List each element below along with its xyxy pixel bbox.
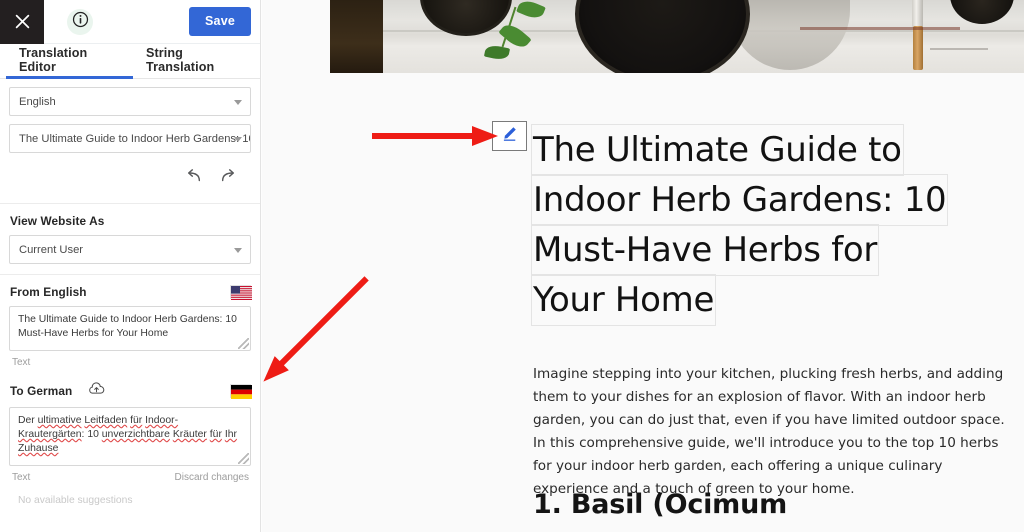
source-field-label: Text [12, 357, 31, 368]
redo-button[interactable] [220, 168, 237, 188]
hero-surface-mark [800, 27, 960, 30]
target-text-misspelled-8: Ihr [224, 429, 237, 440]
sidebar-topbar: Save [0, 0, 260, 44]
language-select[interactable]: English [9, 87, 251, 116]
info-button[interactable] [67, 8, 93, 35]
source-textarea[interactable]: The Ultimate Guide to Indoor Herb Garden… [9, 306, 251, 351]
tab-string-translation[interactable]: String Translation [133, 44, 260, 79]
section-subheading: 1. Basil (Ocimum [533, 489, 788, 520]
source-title: From English [10, 285, 87, 299]
page-title: The Ultimate Guide to Indoor Herb Garden… [530, 124, 1002, 326]
sidebar-tabs: Translation Editor String Translation [0, 44, 260, 79]
hero-tool-handle [913, 26, 923, 70]
target-text-misspelled-7: für [209, 429, 222, 440]
target-text-misspelled-1: ultimative [37, 415, 82, 426]
target-text-misspelled-3: für [130, 415, 143, 426]
string-select[interactable]: The Ultimate Guide to Indoor Herb Garden… [9, 124, 251, 153]
target-text-misspelled-2: Leitfaden [84, 415, 128, 426]
undo-button[interactable] [185, 168, 202, 188]
discard-changes-button[interactable]: Discard changes [175, 472, 249, 483]
string-select-value: The Ultimate Guide to Indoor Herb Garden… [19, 132, 251, 145]
undo-arrow-icon [185, 169, 202, 187]
chevron-down-icon [234, 99, 242, 105]
history-controls [9, 161, 251, 193]
save-button[interactable]: Save [189, 7, 251, 36]
target-textarea-wrap: Der ultimative Leitfaden für Indoor-Krau… [9, 407, 251, 466]
hero-surface-scratch [930, 48, 988, 50]
source-language-section: From English The Ultimate Guide to Indoo… [0, 275, 260, 378]
target-language-section: To German Der ultimative Leitfaden für I… [0, 378, 260, 516]
info-icon [72, 11, 89, 33]
source-textarea-wrap: The Ultimate Guide to Indoor Herb Garden… [9, 306, 251, 351]
view-website-as-select[interactable]: Current User [9, 235, 251, 264]
page-title-line: The Ultimate Guide to [531, 124, 904, 176]
cloud-upload-icon[interactable] [88, 382, 105, 400]
edit-block-button[interactable] [492, 121, 527, 151]
target-title: To German [10, 384, 73, 398]
view-website-as-section: View Website As Current User [0, 204, 260, 275]
target-text-misspelled-5: unverzichtbare [101, 429, 170, 440]
page-preview: The Ultimate Guide to Indoor Herb Garden… [262, 0, 1024, 532]
hero-pot-large [575, 0, 750, 73]
redo-arrow-icon [220, 169, 237, 187]
target-textarea[interactable]: Der ultimative Leitfaden für Indoor-Krau… [9, 407, 251, 466]
target-text-misspelled-9: Zuhause [18, 443, 59, 454]
pencil-edit-icon [501, 125, 518, 147]
resize-grip[interactable] [238, 338, 249, 349]
chevron-down-icon [234, 247, 242, 253]
close-icon [15, 14, 30, 29]
resize-grip[interactable] [238, 453, 249, 464]
us-flag-icon [230, 285, 252, 300]
translation-sidebar: Save Translation Editor String Translati… [0, 0, 261, 532]
target-field-label: Text [12, 472, 31, 483]
intro-paragraph: Imagine stepping into your kitchen, pluc… [533, 366, 1005, 497]
close-button[interactable] [0, 0, 44, 44]
selectors-section: English The Ultimate Guide to Indoor Her… [0, 79, 260, 204]
language-select-value: English [19, 95, 56, 108]
target-header: To German [10, 382, 252, 400]
page-title-line: Indoor Herb Gardens: 10 [530, 174, 949, 226]
german-flag-icon [230, 384, 252, 399]
view-website-as-value: Current User [19, 243, 84, 256]
no-suggestions-text: No available suggestions [18, 495, 133, 506]
target-text-plain-2: : 10 [81, 429, 102, 440]
hero-garden-tool [910, 0, 924, 70]
target-text-plain-1: Der [18, 415, 38, 426]
target-text-misspelled-6: Kräuter [172, 429, 207, 440]
app-root: Save Translation Editor String Translati… [0, 0, 1024, 532]
page-title-line: Your Home [530, 274, 717, 326]
chevron-down-icon [234, 136, 242, 142]
hero-image [330, 0, 1024, 73]
page-title-line: Must-Have Herbs for [530, 224, 880, 276]
source-header: From English [10, 285, 252, 300]
source-undertext: Text [9, 351, 251, 368]
tab-translation-editor[interactable]: Translation Editor [6, 44, 133, 79]
target-undertext: Text Discard changes [9, 466, 251, 483]
hero-dark-edge [330, 0, 383, 73]
view-website-as-title: View Website As [10, 214, 105, 228]
hero-tool-blade [912, 0, 923, 28]
